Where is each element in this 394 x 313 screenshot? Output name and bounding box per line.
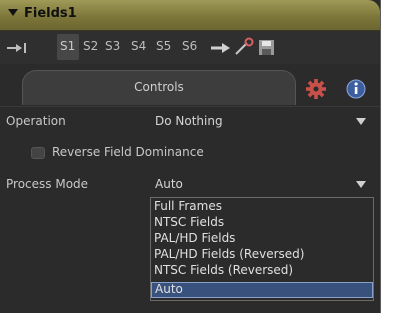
option-ntsc-fields[interactable]: NTSC Fields xyxy=(151,215,373,231)
option-full-frames[interactable]: Full Frames xyxy=(151,199,373,215)
reverse-field-checkbox[interactable] xyxy=(31,147,45,159)
option-pal-hd-fields-reversed[interactable]: PAL/HD Fields (Reversed) xyxy=(151,247,373,263)
process-mode-dropdown: Full Frames NTSC Fields PAL/HD Fields PA… xyxy=(150,197,374,301)
tab-controls[interactable]: Controls xyxy=(22,70,296,105)
reverse-field-label: Reverse Field Dominance xyxy=(52,145,204,159)
slot-s4-button[interactable]: S4 xyxy=(131,39,146,53)
pin-icon[interactable] xyxy=(6,42,28,54)
option-pal-hd-fields[interactable]: PAL/HD Fields xyxy=(151,231,373,247)
tool-header[interactable]: Fields1 xyxy=(0,0,380,31)
key-icon[interactable] xyxy=(233,37,255,57)
tool-panel: Fields1 S1 S2 S3 S4 S5 S6 Controls Opera… xyxy=(0,0,381,313)
operation-label: Operation xyxy=(6,114,66,128)
arrow-right-icon[interactable] xyxy=(210,42,232,54)
slot-s6-button[interactable]: S6 xyxy=(182,39,197,53)
tab-controls-label: Controls xyxy=(134,80,184,94)
info-icon[interactable] xyxy=(340,76,372,102)
option-auto[interactable]: Auto xyxy=(151,282,373,298)
divider xyxy=(0,106,380,107)
operation-value: Do Nothing xyxy=(155,114,223,128)
process-mode-label: Process Mode xyxy=(6,177,89,191)
chevron-down-icon xyxy=(356,118,366,125)
slot-s2-button[interactable]: S2 xyxy=(83,39,98,53)
chevron-down-icon xyxy=(356,181,366,188)
process-mode-value: Auto xyxy=(155,177,183,191)
operation-select[interactable]: Do Nothing xyxy=(147,109,374,133)
slot-s1-button[interactable]: S1 xyxy=(57,34,79,60)
collapse-triangle-icon[interactable] xyxy=(8,9,18,16)
slot-s5-button[interactable]: S5 xyxy=(156,39,171,53)
tab-bar: Controls xyxy=(0,66,380,106)
slot-s3-button[interactable]: S3 xyxy=(105,39,120,53)
gear-icon[interactable] xyxy=(300,76,332,102)
tool-title: Fields1 xyxy=(24,6,77,21)
option-ntsc-fields-reversed[interactable]: NTSC Fields (Reversed) xyxy=(151,263,373,279)
process-mode-select[interactable]: Auto xyxy=(147,172,374,196)
toolbar: S1 S2 S3 S4 S5 S6 xyxy=(0,31,380,64)
slot-s1-label: S1 xyxy=(60,39,76,53)
save-icon[interactable] xyxy=(258,39,276,57)
